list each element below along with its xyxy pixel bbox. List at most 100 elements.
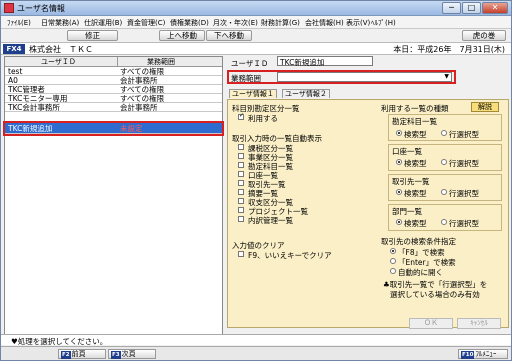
title-bar: ユーザ名情報 ─ □ ✕: [1, 1, 511, 16]
radio[interactable]: [396, 189, 402, 195]
move-up-button[interactable]: 上へ移動: [159, 30, 205, 41]
company-bar: FX4 株式会社 ＴＫＣ 本日：平成26年 7月31日(木): [1, 42, 511, 55]
cancel-button[interactable]: ｷｬﾝｾﾙ: [457, 318, 501, 329]
f10-menu-button[interactable]: F10 ﾌﾙﾒﾆｭｰ: [458, 349, 508, 359]
checkbox-label: 内訳管理一覧: [248, 216, 293, 225]
f2-key-icon: F2: [61, 351, 71, 359]
checkbox-label: 利用する: [248, 114, 278, 123]
checkbox[interactable]: [238, 189, 244, 195]
use-checkbox[interactable]: [238, 112, 244, 120]
table-row[interactable]: TKC管理者 すべての権限: [5, 85, 222, 94]
close-button[interactable]: ✕: [482, 2, 508, 14]
product-badge: FX4: [3, 44, 25, 54]
radio[interactable]: [396, 130, 402, 136]
company-name: 株式会社 ＴＫＣ: [29, 45, 93, 54]
table-row[interactable]: TKCモニター専用 すべての権限: [5, 94, 222, 103]
user-list: ユーザＩＤ 業務範囲 test すべての権限 A0 会計事務所 TKC管理者 すべての…: [3, 56, 224, 343]
ok-button[interactable]: ＯＫ: [409, 318, 453, 329]
f10-key-icon: F10: [461, 351, 475, 359]
checkbox[interactable]: [238, 216, 244, 222]
clear-checkbox[interactable]: [238, 251, 244, 257]
section-title: 利用する一覧の種類: [381, 104, 449, 113]
checkbox[interactable]: [238, 198, 244, 204]
row-scope: 未設定: [120, 124, 143, 133]
checkbox[interactable]: [238, 153, 244, 159]
app-icon: [4, 3, 14, 13]
radio-label: 行選択型: [449, 219, 479, 228]
row-scope: すべての権限: [120, 85, 165, 94]
fix-button[interactable]: 修正: [67, 30, 118, 41]
row-scope: すべての権限: [120, 67, 165, 76]
col-scope: 業務範囲: [147, 58, 175, 66]
section-title: 取引先の検索条件指定: [381, 237, 456, 246]
minimize-button[interactable]: ─: [442, 2, 461, 14]
row-user-id: TKC管理者: [8, 85, 45, 94]
menu-finance[interactable]: 財務計算(G): [261, 18, 300, 28]
move-down-button[interactable]: 下へ移動: [206, 30, 252, 41]
radio[interactable]: [396, 219, 402, 225]
scope-label: 業務範囲: [231, 74, 261, 83]
help-button[interactable]: 解説: [471, 102, 499, 112]
f3-next-page-button[interactable]: F3 次頁: [108, 349, 156, 359]
table-row[interactable]: TKC会計事務所 会計事務所: [5, 103, 222, 112]
radio[interactable]: [441, 219, 447, 225]
menu-funds[interactable]: 資金管理(C): [127, 18, 165, 28]
radio-label: 行選択型: [449, 189, 479, 198]
menu-company[interactable]: 会社情報(H): [305, 18, 344, 28]
checkbox[interactable]: [238, 207, 244, 213]
radio[interactable]: [441, 189, 447, 195]
status-bar: ♥処理を選択してください。: [1, 334, 511, 346]
settings-panel: 科目別勘定区分一覧 利用する 取引入力時の一覧自動表示 課税区分一覧 事業区分一…: [227, 99, 509, 328]
menu-daily[interactable]: 日常業務(A): [41, 18, 79, 28]
toolbar: 修正 上へ移動 下へ移動 虎の巻: [1, 29, 511, 42]
today-date: 本日：平成26年 7月31日(木): [393, 45, 505, 54]
menu-receivables[interactable]: 債権業務(D): [170, 18, 209, 28]
checkbox[interactable]: [238, 162, 244, 168]
col-user-id: ユーザＩＤ: [41, 58, 76, 66]
user-id-field[interactable]: TKC新規追加: [277, 56, 373, 67]
table-row[interactable]: test すべての権限: [5, 67, 222, 76]
checkbox-label: F9、いいえキーでクリア: [248, 251, 332, 260]
group-title: 部門一覧: [392, 207, 422, 216]
radio-label: 検索型: [404, 130, 427, 139]
tab-user-info-1[interactable]: ユーザ情報１: [229, 89, 277, 98]
radio-label: 自動的に開く: [398, 268, 443, 277]
menu-file[interactable]: ﾌｧｲﾙ(E): [7, 18, 31, 28]
table-row[interactable]: A0 会計事務所: [5, 76, 222, 85]
menu-journal[interactable]: 仕訳運用(B): [84, 18, 122, 28]
group-title: 口座一覧: [392, 147, 422, 156]
f2-label: 前頁: [71, 350, 86, 358]
radio[interactable]: [390, 258, 396, 264]
f2-prev-page-button[interactable]: F2 前頁: [58, 349, 106, 359]
checkbox[interactable]: [238, 180, 244, 186]
function-key-bar: F2 前頁 F3 次頁 F10 ﾌﾙﾒﾆｭｰ: [1, 346, 511, 360]
row-user-id: A0: [8, 76, 18, 85]
f3-key-icon: F3: [111, 351, 121, 359]
row-scope: 会計事務所: [120, 76, 158, 85]
row-user-id: TKCモニター専用: [8, 94, 68, 103]
table-row-selected[interactable]: TKC新規追加 未設定: [3, 121, 224, 136]
scope-select[interactable]: ▼: [277, 72, 452, 82]
row-user-id: test: [8, 67, 23, 76]
radio[interactable]: [390, 248, 396, 254]
row-scope: すべての権限: [120, 94, 165, 103]
menu-view[interactable]: 表示(V): [346, 18, 370, 28]
radio-label: 行選択型: [449, 159, 479, 168]
radio[interactable]: [441, 130, 447, 136]
maximize-button[interactable]: □: [462, 2, 481, 14]
menu-help[interactable]: ﾍﾙﾌﾟ(H): [371, 18, 396, 28]
menu-monthly[interactable]: 月次・年次(E): [213, 18, 258, 28]
radio[interactable]: [390, 268, 396, 274]
tab-user-info-2[interactable]: ユーザ情報２: [282, 89, 330, 98]
volume-button[interactable]: 虎の巻: [462, 30, 506, 41]
radio[interactable]: [396, 159, 402, 165]
user-id-label: ユーザＩＤ: [231, 59, 269, 68]
row-user-id: TKC新規追加: [8, 124, 53, 133]
row-scope: 会計事務所: [120, 103, 158, 112]
radio-label: 行選択型: [449, 130, 479, 139]
checkbox[interactable]: [238, 171, 244, 177]
f10-label: ﾌﾙﾒﾆｭｰ: [475, 350, 497, 358]
radio[interactable]: [441, 159, 447, 165]
tab-strip: ユーザ情報１ ユーザ情報２: [227, 89, 509, 99]
checkbox[interactable]: [238, 144, 244, 150]
